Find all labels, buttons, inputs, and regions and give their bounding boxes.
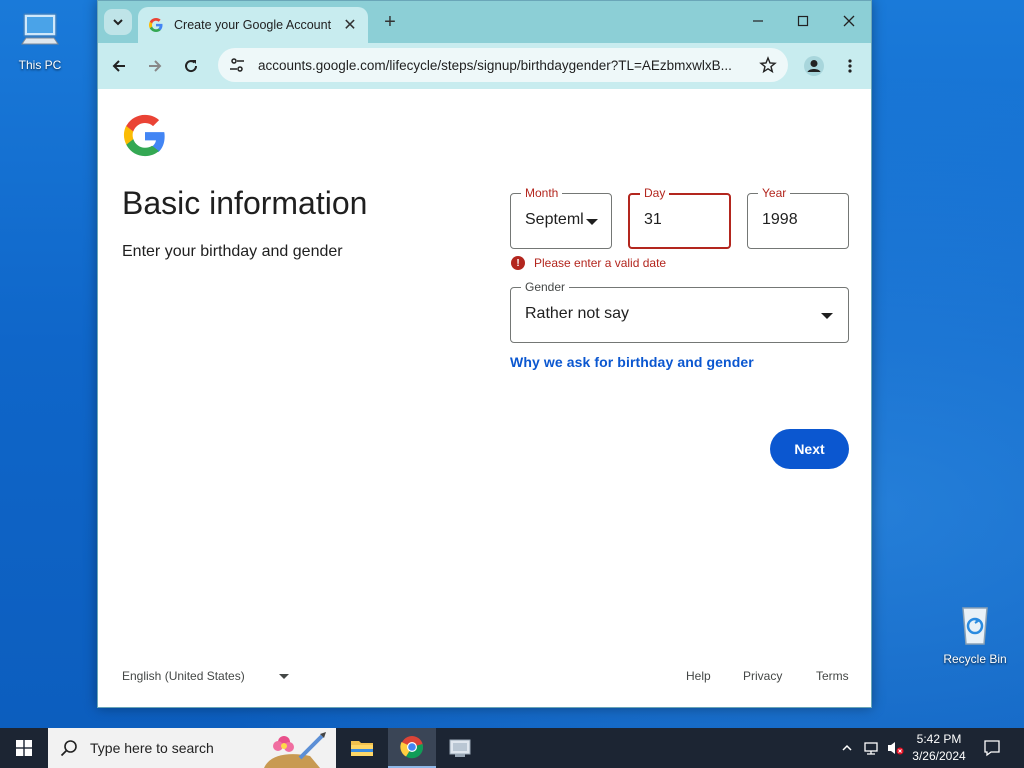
taskbar-search[interactable]: Type here to search xyxy=(48,728,336,768)
computer-icon xyxy=(21,13,59,45)
chevron-down-icon[interactable] xyxy=(279,674,289,679)
month-select[interactable]: Month Septeml xyxy=(510,186,612,249)
menu-button[interactable] xyxy=(838,54,862,78)
gender-label: Gender xyxy=(521,280,570,294)
help-link[interactable]: Help xyxy=(686,669,711,683)
taskbar-app[interactable] xyxy=(436,728,484,768)
taskbar-file-explorer[interactable] xyxy=(338,728,386,768)
chevron-down-icon xyxy=(586,219,598,225)
reload-button[interactable] xyxy=(179,54,203,78)
privacy-link[interactable]: Privacy xyxy=(743,669,782,683)
notification-icon xyxy=(984,740,1000,757)
tab-search-button[interactable] xyxy=(104,9,132,35)
more-vertical-icon xyxy=(848,59,852,73)
google-logo-icon xyxy=(123,114,165,157)
volume-muted-icon xyxy=(888,742,904,755)
recycle-bin-icon xyxy=(962,607,988,645)
arrow-left-icon xyxy=(112,60,125,72)
close-icon xyxy=(843,15,855,27)
next-button[interactable]: Next xyxy=(770,429,849,469)
page-subtitle: Enter your birthday and gender xyxy=(122,243,343,260)
close-window-button[interactable] xyxy=(834,9,864,33)
date-error-message: ! Please enter a valid date xyxy=(511,256,666,270)
address-bar[interactable]: accounts.google.com/lifecycle/steps/sign… xyxy=(218,48,788,82)
search-placeholder: Type here to search xyxy=(90,740,214,756)
windows-logo-icon xyxy=(16,740,32,756)
chrome-icon xyxy=(400,736,424,759)
maximize-icon xyxy=(797,15,809,27)
tab-title: Create your Google Account xyxy=(174,18,332,32)
language-value: English (United States) xyxy=(122,669,245,683)
back-button[interactable] xyxy=(107,54,131,78)
notifications-button[interactable] xyxy=(980,728,1004,768)
forward-button[interactable] xyxy=(143,54,167,78)
search-icon xyxy=(60,740,77,757)
terms-link[interactable]: Terms xyxy=(816,669,849,683)
error-text: Please enter a valid date xyxy=(534,256,667,270)
minimize-button[interactable] xyxy=(743,9,773,33)
tab-create-google-account[interactable]: Create your Google Account ✕ xyxy=(138,7,368,43)
network-button[interactable] xyxy=(860,728,882,768)
day-input[interactable]: Day 31 xyxy=(628,186,731,249)
clock-time: 5:42 PM xyxy=(916,732,962,746)
google-favicon-icon xyxy=(149,18,163,32)
network-icon xyxy=(864,742,878,755)
app-window-icon xyxy=(449,739,471,757)
desktop-icon-label: This PC xyxy=(18,58,62,72)
browser-toolbar: accounts.google.com/lifecycle/steps/sign… xyxy=(98,43,871,89)
taskbar-chrome[interactable] xyxy=(388,728,436,768)
folder-icon xyxy=(351,741,373,756)
reload-icon xyxy=(185,60,198,73)
start-button[interactable] xyxy=(0,728,48,768)
show-hidden-icons-button[interactable] xyxy=(836,728,858,768)
chevron-down-icon xyxy=(821,313,833,319)
year-value: 1998 xyxy=(762,211,798,228)
volume-button[interactable] xyxy=(884,728,906,768)
bookmark-star-icon[interactable] xyxy=(758,55,778,75)
tab-close-icon[interactable]: ✕ xyxy=(342,15,358,35)
gender-select[interactable]: Gender Rather not say xyxy=(510,280,849,343)
profile-button[interactable] xyxy=(802,54,826,78)
month-value: Septeml xyxy=(525,211,584,228)
minimize-icon xyxy=(753,20,763,22)
clock-date: 3/26/2024 xyxy=(912,749,966,763)
page-title: Basic information xyxy=(122,185,368,221)
maximize-button[interactable] xyxy=(788,9,818,33)
clock[interactable]: 5:42 PM 3/26/2024 xyxy=(906,731,972,765)
chevron-down-icon xyxy=(113,19,123,26)
tab-strip: Create your Google Account ✕ + xyxy=(98,1,871,43)
desktop-icon-recycle-bin[interactable]: Recycle Bin xyxy=(935,602,1015,666)
day-value: 31 xyxy=(644,211,662,228)
url-text[interactable]: accounts.google.com/lifecycle/steps/sign… xyxy=(258,58,758,73)
why-we-ask-link[interactable]: Why we ask for birthday and gender xyxy=(510,354,754,370)
profile-icon xyxy=(804,56,824,76)
day-label: Day xyxy=(640,186,670,200)
desktop-icon-this-pc[interactable]: This PC xyxy=(0,10,80,72)
error-icon: ! xyxy=(511,256,525,270)
browser-window: Create your Google Account ✕ + accounts.… xyxy=(97,0,872,708)
taskbar: Type here to search 5:42 PM 3/26/2024 xyxy=(0,728,1024,768)
chevron-up-icon xyxy=(842,744,852,751)
site-settings-icon[interactable] xyxy=(228,56,246,74)
arrow-right-icon xyxy=(149,60,162,72)
gender-value: Rather not say xyxy=(525,305,630,322)
language-selector[interactable]: English (United States) xyxy=(122,669,245,683)
month-label: Month xyxy=(521,186,563,200)
new-tab-button[interactable]: + xyxy=(380,11,400,34)
year-label: Year xyxy=(758,186,791,200)
signup-page: Basic information Enter your birthday an… xyxy=(98,89,871,707)
desktop-icon-label: Recycle Bin xyxy=(943,652,1007,666)
search-highlight-icon xyxy=(264,732,326,768)
year-input[interactable]: Year 1998 xyxy=(747,186,849,249)
